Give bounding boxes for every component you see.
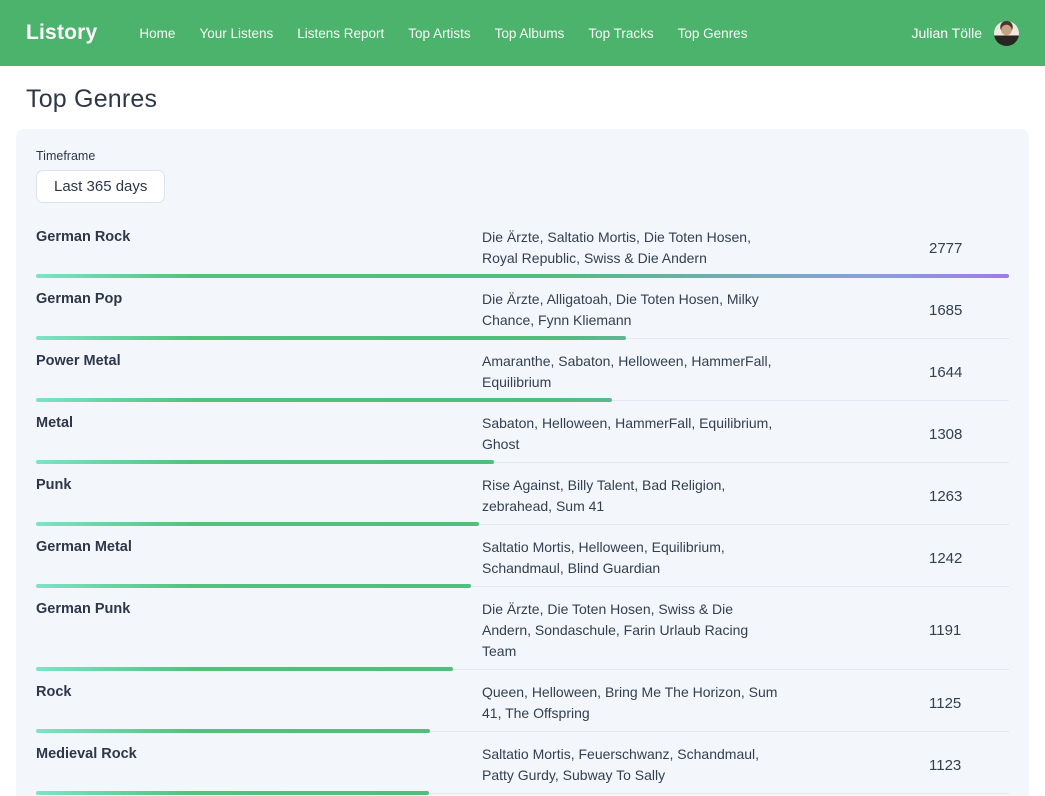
genre-progressbar [36,336,1009,340]
genre-row: MetalSabaton, Helloween, HammerFall, Equ… [36,410,1009,464]
genre-count: 1242 [929,550,1009,567]
genre-row: Medieval RockSaltatio Mortis, Feuerschwa… [36,741,1009,795]
genre-name: German Metal [36,537,482,555]
nav-item-home[interactable]: Home [139,26,175,41]
nav-item-top-albums[interactable]: Top Albums [495,26,565,41]
genre-count: 1644 [929,364,1009,381]
genre-artists: Die Ärzte, Saltatio Mortis, Die Toten Ho… [482,227,782,269]
genre-row: German MetalSaltatio Mortis, Helloween, … [36,534,1009,588]
genre-name: German Punk [36,599,482,617]
user-name[interactable]: Julian Tölle [911,25,982,41]
genre-progressbar [36,729,1009,733]
genre-progressbar [36,398,1009,402]
genre-count: 1308 [929,426,1009,443]
user-avatar[interactable] [994,21,1019,46]
genre-name: Metal [36,413,482,431]
header-user-area: Julian Tölle [911,21,1019,46]
genre-row: German RockDie Ärzte, Saltatio Mortis, D… [36,224,1009,278]
brand-logo[interactable]: Listory [26,21,97,45]
top-genres-panel: Timeframe Last 365 days German RockDie Ä… [16,129,1029,796]
genre-artists: Sabaton, Helloween, HammerFall, Equilibr… [482,413,782,455]
genre-name: German Pop [36,289,482,307]
nav-item-listens-report[interactable]: Listens Report [297,26,384,41]
genre-artists: Die Ärzte, Alligatoah, Die Toten Hosen, … [482,289,782,331]
timeframe-select[interactable]: Last 365 days [36,170,165,203]
genre-name: Power Metal [36,351,482,369]
genre-count: 2777 [929,240,1009,257]
genre-count: 1685 [929,302,1009,319]
genre-artists: Saltatio Mortis, Feuerschwanz, Schandmau… [482,744,782,786]
genre-count: 1125 [929,695,1009,712]
genre-progressbar [36,667,1009,671]
genre-name: Medieval Rock [36,744,482,762]
genre-artists: Rise Against, Billy Talent, Bad Religion… [482,475,782,517]
genre-progressbar [36,584,1009,588]
genre-progressbar [36,460,1009,464]
genre-row: German PunkDie Ärzte, Die Toten Hosen, S… [36,596,1009,671]
genre-name: Punk [36,475,482,493]
genre-list: German RockDie Ärzte, Saltatio Mortis, D… [36,224,1009,796]
app-header: Listory Home Your Listens Listens Report To… [0,0,1045,66]
genre-count: 1191 [929,622,1009,639]
genre-artists: Die Ärzte, Die Toten Hosen, Swiss & Die … [482,599,782,662]
genre-progressbar [36,274,1009,278]
nav-item-top-genres[interactable]: Top Genres [678,26,748,41]
timeframe-label: Timeframe [36,149,1009,163]
nav-item-top-artists[interactable]: Top Artists [408,26,470,41]
genre-count: 1123 [929,757,1009,774]
genre-name: German Rock [36,227,482,245]
timeframe-field: Timeframe Last 365 days [36,149,1009,203]
page-main: Top Genres Timeframe Last 365 days Germa… [0,66,1045,796]
genre-artists: Amaranthe, Sabaton, Helloween, HammerFal… [482,351,782,393]
genre-progressbar [36,791,1009,795]
nav-item-top-tracks[interactable]: Top Tracks [588,26,653,41]
genre-artists: Queen, Helloween, Bring Me The Horizon, … [482,682,782,724]
page-title: Top Genres [16,66,1029,129]
nav-item-your-listens[interactable]: Your Listens [199,26,273,41]
genre-row: PunkRise Against, Billy Talent, Bad Reli… [36,472,1009,526]
genre-name: Rock [36,682,482,700]
genre-count: 1263 [929,488,1009,505]
genre-artists: Saltatio Mortis, Helloween, Equilibrium,… [482,537,782,579]
main-nav: Home Your Listens Listens Report Top Artist… [139,26,747,41]
genre-row: RockQueen, Helloween, Bring Me The Horiz… [36,679,1009,733]
genre-row: German PopDie Ärzte, Alligatoah, Die Tot… [36,286,1009,340]
genre-progressbar [36,522,1009,526]
genre-row: Power MetalAmaranthe, Sabaton, Helloween… [36,348,1009,402]
